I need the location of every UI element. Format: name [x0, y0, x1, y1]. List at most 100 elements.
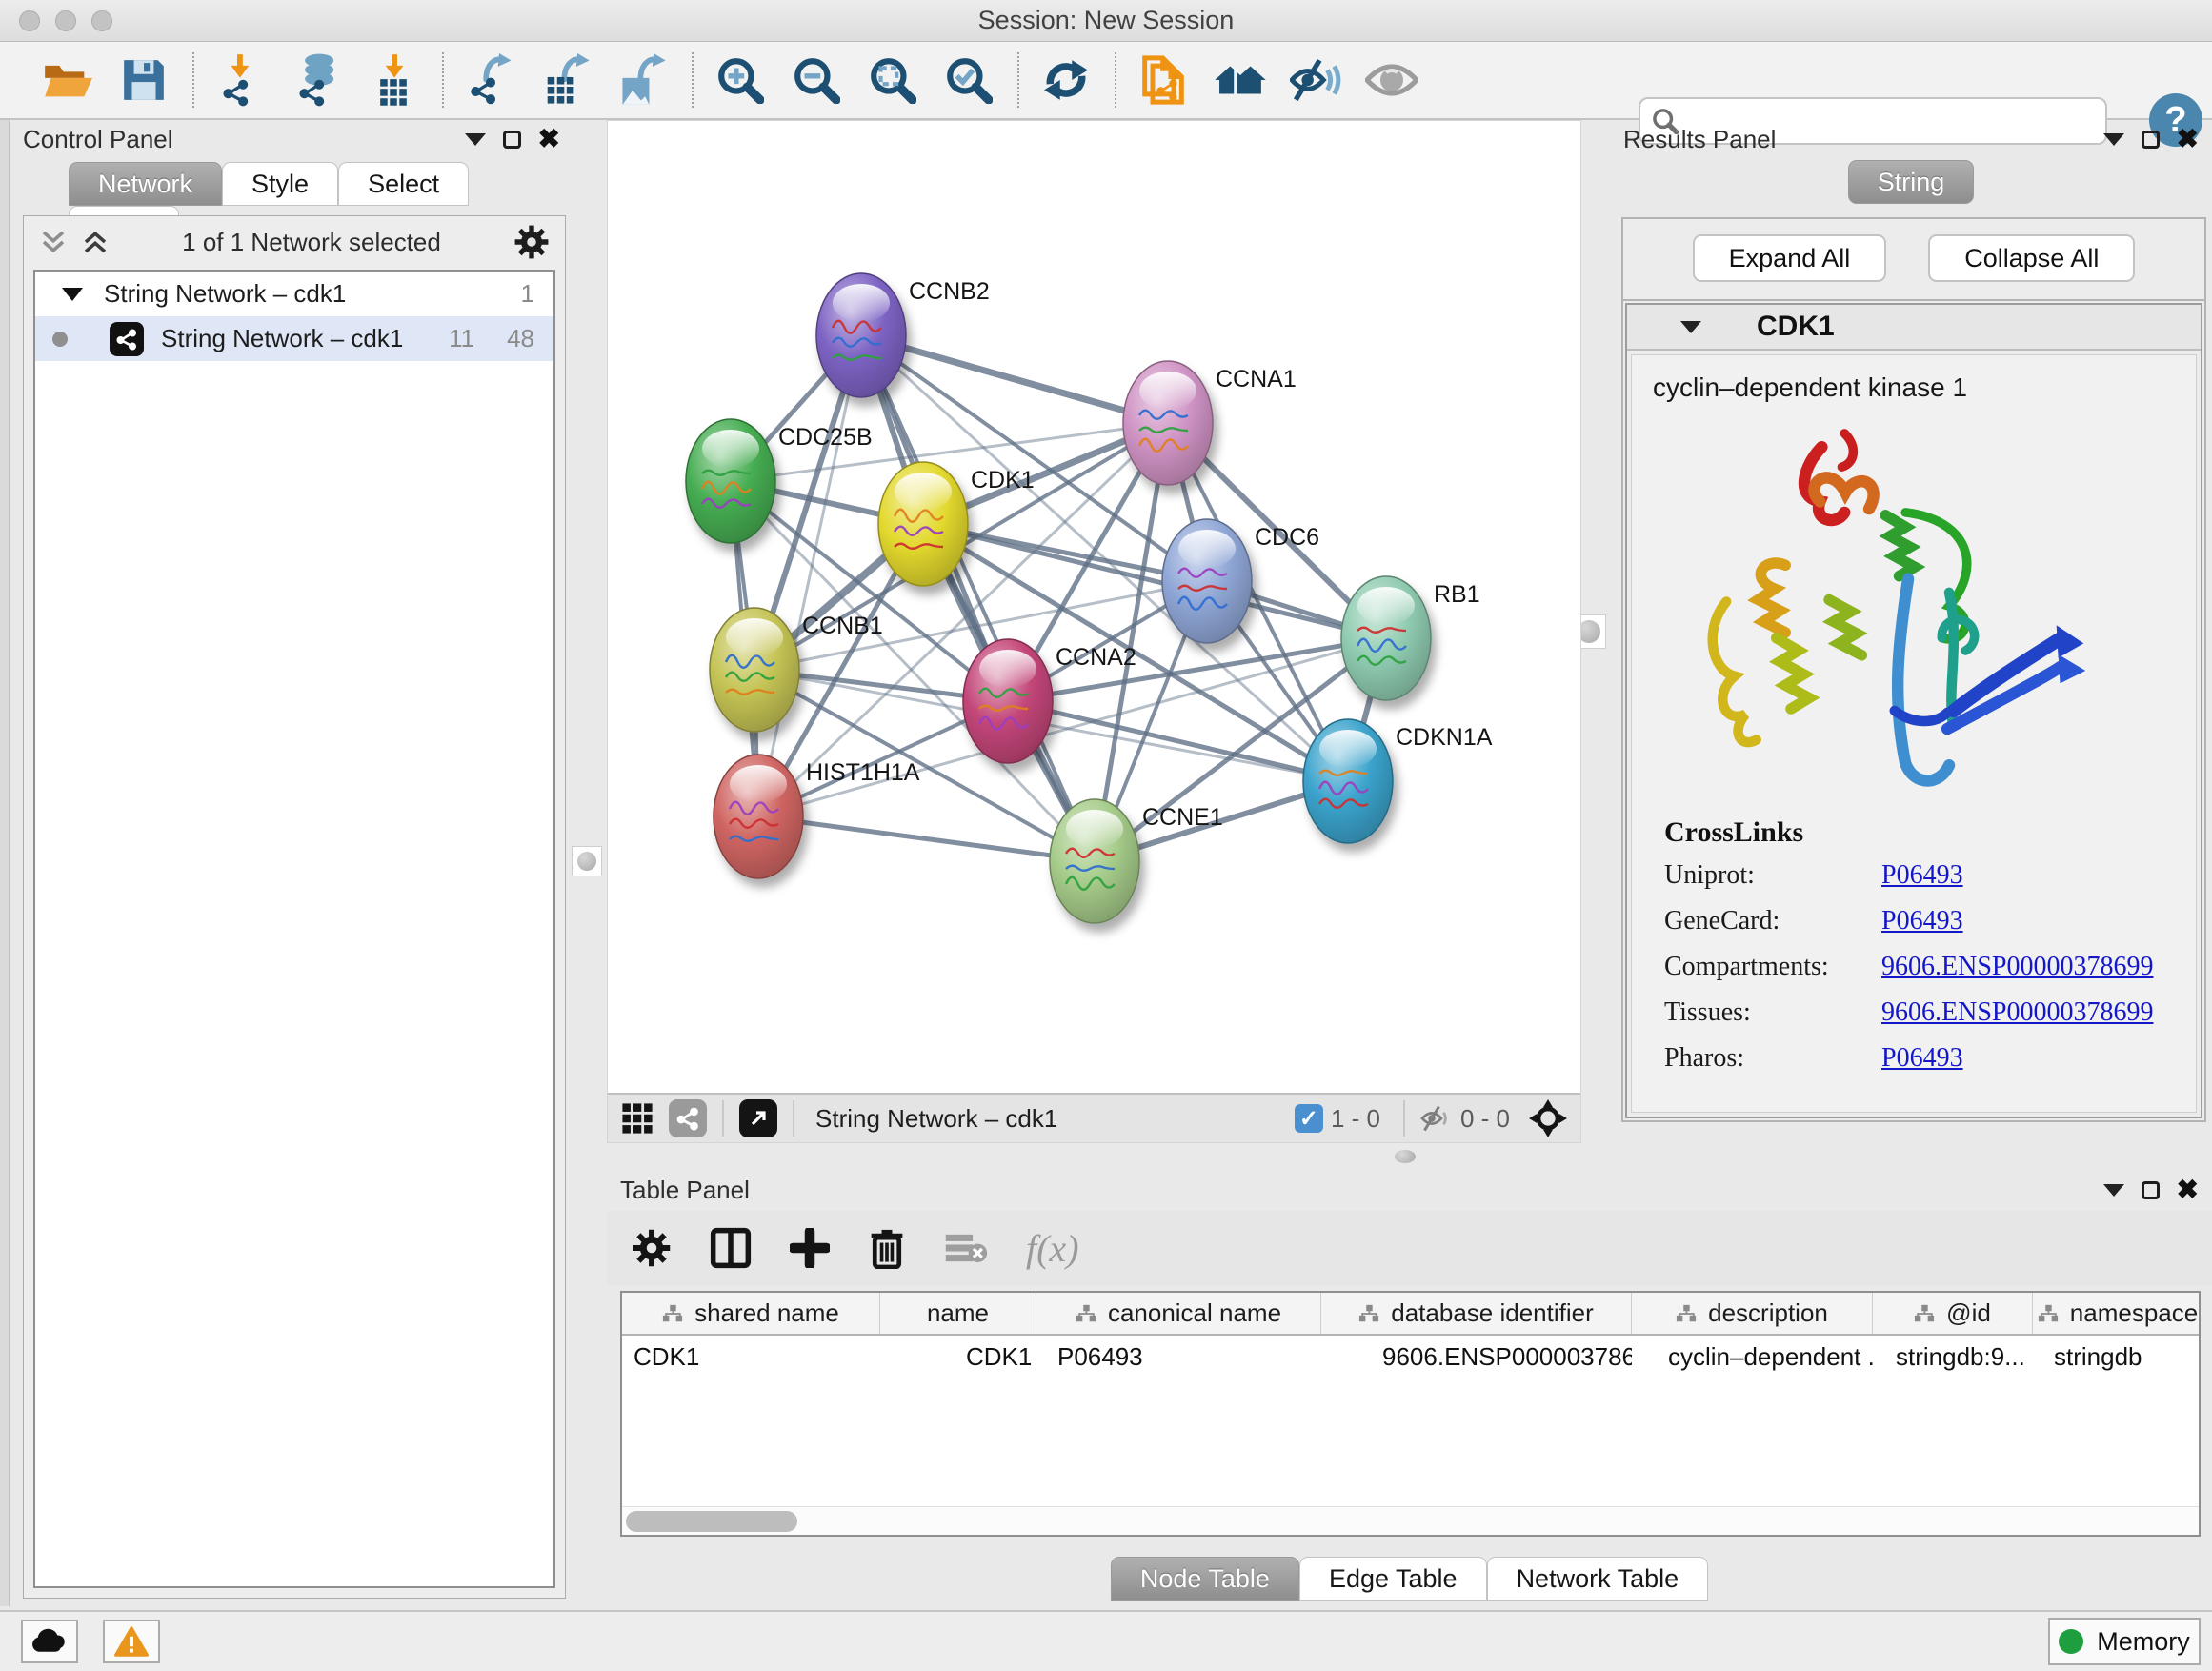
tab-node-table[interactable]: Node Table	[1111, 1557, 1299, 1601]
column-header[interactable]: name	[880, 1293, 1036, 1334]
import-table-button[interactable]	[366, 52, 421, 108]
crosslink-link[interactable]: 9606.ENSP00000378699	[1881, 952, 2153, 982]
detach-view-icon[interactable]	[739, 1099, 777, 1137]
network-view[interactable]: CCNB2CCNA1CDC25BCDK1CDC6RB1CCNB1CCNA2CDK…	[607, 120, 1581, 1143]
network-collection-row[interactable]: String Network – cdk1 1	[35, 272, 553, 316]
section-collapse-icon[interactable]	[1680, 321, 1701, 333]
network-from-clipboard-button[interactable]	[1136, 52, 1191, 108]
crosslink-link[interactable]: 9606.ENSP00000378699	[1881, 997, 2153, 1028]
cell-canonical-name[interactable]: P06493	[1036, 1336, 1321, 1378]
network-options-gear-icon[interactable]	[513, 224, 550, 260]
import-network-database-button[interactable]	[290, 52, 345, 108]
network-node-HIST1H1A[interactable]	[714, 755, 803, 878]
network-row-selected[interactable]: String Network – cdk1 11 48	[35, 316, 553, 361]
panel-float-icon[interactable]	[2142, 131, 2160, 149]
panel-menu-icon[interactable]	[2103, 133, 2124, 146]
column-header[interactable]: database identifier	[1321, 1293, 1632, 1334]
zoom-selected-button[interactable]	[941, 52, 996, 108]
crosslink-link[interactable]: P06493	[1881, 906, 1963, 936]
left-splitter-handle[interactable]	[572, 846, 602, 876]
open-session-button[interactable]	[40, 52, 95, 108]
crosslink-link[interactable]: P06493	[1881, 860, 1963, 891]
tab-select[interactable]: Select	[338, 162, 469, 206]
fit-crosshair-icon[interactable]	[1529, 1099, 1567, 1137]
panel-close-icon[interactable]: ✖	[538, 130, 560, 149]
tab-style[interactable]: Style	[222, 162, 338, 206]
panel-float-icon[interactable]	[2142, 1181, 2160, 1199]
import-network-file-button[interactable]	[213, 52, 269, 108]
node-count: 11	[449, 324, 474, 353]
cell-name[interactable]: CDK1	[880, 1336, 1036, 1378]
network-node-CCNA1[interactable]	[1123, 361, 1213, 485]
network-node-CCNB2[interactable]	[816, 273, 906, 397]
network-node-CCNB1[interactable]	[710, 608, 799, 732]
panel-close-icon[interactable]: ✖	[2177, 130, 2199, 149]
show-graphics-button[interactable]	[1364, 52, 1419, 108]
export-image-button[interactable]	[615, 52, 671, 108]
cell-namespace[interactable]: stringdb	[2033, 1336, 2202, 1378]
selected-checkbox-icon[interactable]: ✓	[1295, 1104, 1323, 1133]
string-results-box: Expand All Collapse All CDK1 cyclin–depe…	[1621, 217, 2206, 1122]
add-column-icon[interactable]	[790, 1228, 830, 1268]
table-options-gear-icon[interactable]	[632, 1228, 672, 1268]
network-node-CDK1[interactable]	[878, 462, 968, 586]
zoom-in-button[interactable]	[713, 52, 768, 108]
warnings-button[interactable]	[103, 1620, 160, 1663]
home-networks-button[interactable]	[1212, 52, 1267, 108]
table-toolbar: f(x)	[607, 1211, 2212, 1285]
column-header[interactable]: description	[1632, 1293, 1873, 1334]
cloud-status-button[interactable]	[21, 1620, 78, 1663]
table-row[interactable]: CDK1 CDK1 P06493 9606.ENSP00000378699 cy…	[622, 1336, 2199, 1378]
horizontal-splitter-handle[interactable]	[1395, 1150, 1416, 1163]
cell-database-identifier[interactable]: 9606.ENSP00000378699	[1321, 1336, 1632, 1378]
cell-shared-name[interactable]: CDK1	[622, 1336, 880, 1378]
delete-column-icon[interactable]	[868, 1227, 906, 1269]
crosslink-link[interactable]: P06493	[1881, 1043, 1963, 1074]
hide-unhide-button[interactable]	[1288, 52, 1343, 108]
export-network-button[interactable]	[463, 52, 518, 108]
refresh-layout-button[interactable]	[1038, 52, 1094, 108]
tab-network-table[interactable]: Network Table	[1487, 1557, 1709, 1601]
collection-expand-icon[interactable]	[62, 288, 83, 301]
panel-close-icon[interactable]: ✖	[2177, 1180, 2199, 1199]
network-node-CDKN1A[interactable]	[1303, 719, 1393, 843]
network-node-CDC25B[interactable]	[686, 419, 775, 543]
cell-id[interactable]: stringdb:9...	[1873, 1336, 2033, 1378]
memory-status-dot	[2059, 1629, 2083, 1654]
scrollbar-thumb[interactable]	[626, 1511, 797, 1532]
collection-label: String Network – cdk1	[104, 279, 346, 309]
column-header[interactable]: namespace	[2033, 1293, 2202, 1334]
column-header[interactable]: canonical name	[1036, 1293, 1321, 1334]
show-columns-icon[interactable]	[710, 1227, 752, 1269]
network-node-CDC6[interactable]	[1162, 519, 1252, 643]
tab-network[interactable]: Network	[69, 162, 222, 206]
collapse-all-icon[interactable]	[39, 228, 68, 256]
birds-eye-grid-icon[interactable]	[621, 1102, 654, 1135]
export-image-icon	[618, 53, 668, 107]
gene-description: cyclin–dependent kinase 1	[1632, 365, 2196, 407]
panel-float-icon[interactable]	[503, 131, 521, 149]
network-node-RB1[interactable]	[1341, 576, 1431, 700]
expand-all-button[interactable]: Expand All	[1693, 234, 1887, 282]
column-header[interactable]: shared name	[622, 1293, 880, 1334]
panel-menu-icon[interactable]	[465, 133, 486, 146]
network-node-CCNA2[interactable]	[963, 639, 1053, 763]
save-session-button[interactable]	[116, 52, 171, 108]
collapse-all-button[interactable]: Collapse All	[1928, 234, 2135, 282]
main-toolbar: ?	[0, 42, 2212, 120]
zoom-fit-button[interactable]	[865, 52, 920, 108]
export-table-button[interactable]	[539, 52, 594, 108]
column-header[interactable]: @id	[1873, 1293, 2033, 1334]
tab-edge-table[interactable]: Edge Table	[1299, 1557, 1487, 1601]
cell-description[interactable]: cyclin–dependent ...	[1632, 1336, 1873, 1378]
network-type-icon[interactable]	[669, 1099, 707, 1137]
panel-menu-icon[interactable]	[2103, 1184, 2124, 1197]
table-horizontal-scrollbar[interactable]	[622, 1506, 2199, 1535]
network-node-CCNE1[interactable]	[1050, 799, 1139, 923]
gene-section-header[interactable]: CDK1	[1627, 305, 2201, 351]
zoom-out-button[interactable]	[789, 52, 844, 108]
network-canvas[interactable]: CCNB2CCNA1CDC25BCDK1CDC6RB1CCNB1CCNA2CDK…	[608, 121, 1580, 1093]
memory-button[interactable]: Memory	[2048, 1618, 2201, 1665]
expand-all-icon[interactable]	[81, 228, 110, 256]
tab-string[interactable]: String	[1848, 160, 1975, 204]
